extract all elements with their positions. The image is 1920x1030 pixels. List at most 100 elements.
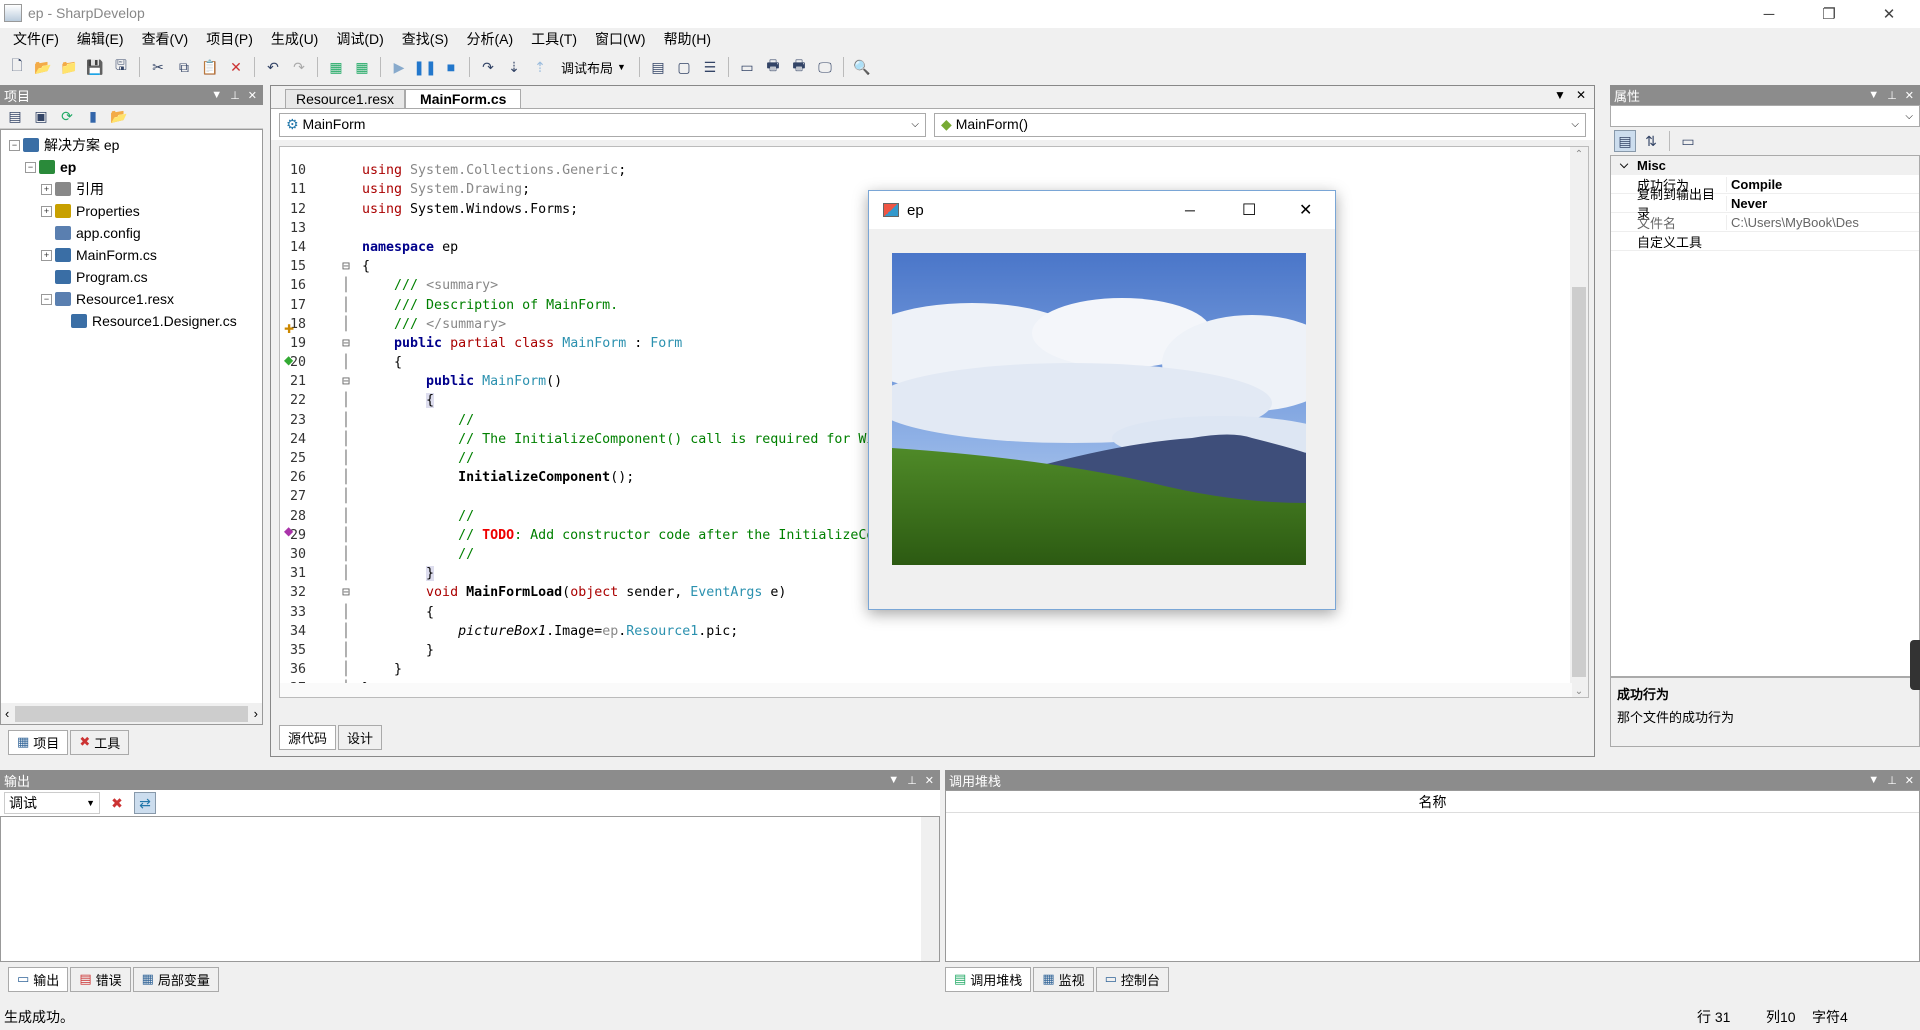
tab-output[interactable]: ▭ 输出: [8, 966, 69, 992]
expand-icon[interactable]: +: [41, 183, 52, 195]
open-folder-icon[interactable]: 📂: [108, 106, 130, 128]
tree-item[interactable]: + Properties: [1, 200, 262, 222]
tree-item[interactable]: − 解决方案 ep: [1, 134, 262, 156]
column-header-name[interactable]: 名称: [946, 791, 1919, 813]
menu-file[interactable]: 文件(F): [4, 29, 68, 49]
tab-mainform-cs[interactable]: MainForm.cs: [405, 89, 522, 108]
step-into-icon[interactable]: ⇣: [503, 56, 525, 78]
screen-icon[interactable]: 🖵: [814, 56, 836, 78]
class-combo[interactable]: ⚙ MainForm ⌵: [279, 112, 927, 137]
tab-source-code[interactable]: 源代码: [279, 724, 337, 750]
close-icon[interactable]: ✕: [248, 89, 257, 102]
paste-icon[interactable]: 📋: [199, 56, 221, 78]
menu-tools[interactable]: 工具(T): [522, 29, 586, 49]
close-icon[interactable]: ✕: [1905, 89, 1914, 102]
tab-tools[interactable]: ✖ 工具: [70, 729, 130, 755]
form-close-button[interactable]: ✕: [1299, 200, 1312, 220]
window-icon[interactable]: ▭: [736, 56, 758, 78]
tree-item[interactable]: − ep: [1, 156, 262, 178]
collapse-icon[interactable]: −: [41, 293, 52, 305]
output-text[interactable]: [0, 816, 940, 962]
form-maximize-button[interactable]: ☐: [1242, 200, 1256, 220]
step-out-icon[interactable]: ⇡: [529, 56, 551, 78]
property-row[interactable]: 自定义工具: [1611, 232, 1919, 251]
scroll-thumb[interactable]: [15, 705, 248, 722]
minimize-button[interactable]: ─: [1746, 0, 1792, 28]
menu-window[interactable]: 窗口(W): [586, 29, 655, 49]
expand-icon[interactable]: +: [41, 249, 52, 261]
open-folder-icon[interactable]: 📂: [32, 56, 54, 78]
show-all-icon[interactable]: ▣: [30, 106, 52, 128]
category-row[interactable]: ⌵ Misc: [1611, 156, 1919, 175]
tab-console[interactable]: ▭ 控制台: [1095, 966, 1169, 992]
tab-design[interactable]: 设计: [338, 724, 383, 750]
step-over-icon[interactable]: ↷: [477, 56, 499, 78]
callstack-list[interactable]: 名称: [945, 790, 1920, 962]
tab-callstack[interactable]: ▤ 调用堆栈: [945, 966, 1032, 992]
member-combo[interactable]: ◆ MainForm() ⌵: [934, 112, 1586, 137]
dropdown-icon[interactable]: ▼: [1868, 774, 1879, 787]
layout-combo[interactable]: 调试布局 ▼: [555, 56, 632, 78]
fold-toggle-icon[interactable]: ⊟: [342, 257, 350, 276]
cut-icon[interactable]: ✂: [147, 56, 169, 78]
side-handle[interactable]: [1910, 640, 1920, 690]
pause-icon[interactable]: ❚❚: [413, 56, 436, 78]
scroll-right-icon[interactable]: ›: [254, 706, 258, 721]
tree-item[interactable]: + MainForm.cs: [1, 244, 262, 266]
copy-icon[interactable]: ⧉: [173, 56, 195, 78]
menu-analyze[interactable]: 分析(A): [457, 29, 522, 49]
bookmark-icon[interactable]: ▢: [673, 56, 695, 78]
refresh-icon[interactable]: ⟳: [56, 106, 78, 128]
tab-project[interactable]: ▦ 项目: [8, 729, 69, 755]
menu-search[interactable]: 查找(S): [393, 29, 458, 49]
code-vscrollbar[interactable]: ⌃ ⌄: [1570, 147, 1588, 697]
tab-resource1-resx[interactable]: Resource1.resx: [285, 89, 406, 108]
restore-button[interactable]: ❐: [1806, 0, 1852, 28]
code-hscrollbar[interactable]: [280, 683, 1572, 697]
sort-alpha-icon[interactable]: ⇅: [1640, 130, 1662, 152]
indent-icon[interactable]: ☰: [699, 56, 721, 78]
menu-edit[interactable]: 编辑(E): [68, 29, 133, 49]
tree-item[interactable]: app.config: [1, 222, 262, 244]
clear-output-icon[interactable]: ✖: [106, 792, 128, 814]
save-icon[interactable]: 💾: [84, 56, 106, 78]
collapse-icon[interactable]: −: [9, 139, 20, 151]
property-row[interactable]: 文件名 C:\Users\MyBook\Des: [1611, 213, 1919, 232]
expand-icon[interactable]: +: [41, 205, 52, 217]
object-selector[interactable]: ⌵: [1610, 105, 1920, 127]
categorized-icon[interactable]: ▤: [1614, 130, 1636, 152]
tree-item[interactable]: Program.cs: [1, 266, 262, 288]
property-pages-icon[interactable]: ▭: [1677, 130, 1699, 152]
tab-errors[interactable]: ▤ 错误: [70, 966, 131, 992]
scroll-up-icon[interactable]: ⌃: [1570, 149, 1588, 160]
close-icon[interactable]: ✕: [1905, 774, 1914, 787]
dropdown-icon[interactable]: ▼: [1868, 89, 1879, 102]
properties-icon[interactable]: ▤: [4, 106, 26, 128]
print-preview-icon[interactable]: 🖶: [788, 56, 810, 78]
collapse-icon[interactable]: −: [25, 161, 36, 173]
property-value[interactable]: Compile: [1726, 176, 1919, 192]
open-project-icon[interactable]: 📁: [58, 56, 80, 78]
pin-icon[interactable]: ⊥: [1887, 774, 1897, 787]
stop-icon[interactable]: ■: [440, 56, 462, 78]
printer-icon[interactable]: 🖶: [762, 56, 784, 78]
word-wrap-icon[interactable]: ⇄: [134, 792, 156, 814]
tree-hscrollbar[interactable]: ‹ ›: [0, 703, 263, 725]
property-row[interactable]: 复制到输出目录 Never: [1611, 187, 1919, 221]
redo-icon[interactable]: ↷: [288, 56, 310, 78]
fold-toggle-icon[interactable]: ⊟: [342, 334, 350, 353]
form-minimize-button[interactable]: ─: [1185, 202, 1195, 218]
pin-icon[interactable]: ⊥: [1887, 89, 1897, 102]
save-all-icon[interactable]: 🖫: [110, 56, 132, 78]
scroll-down-icon[interactable]: ⌄: [1570, 686, 1588, 697]
output-category-combo[interactable]: 调试 ▼: [4, 792, 100, 814]
close-icon[interactable]: ✕: [925, 774, 934, 787]
rebuild-icon[interactable]: ▦: [351, 56, 373, 78]
dropdown-icon[interactable]: ▼: [888, 774, 899, 787]
tab-locals[interactable]: ▦ 局部变量: [132, 966, 219, 992]
menu-view[interactable]: 查看(V): [133, 29, 198, 49]
tree-item[interactable]: Resource1.Designer.cs: [1, 310, 262, 332]
run-icon[interactable]: ▶: [388, 56, 410, 78]
find-icon[interactable]: 🔍: [851, 56, 873, 78]
tree-item[interactable]: + 引用: [1, 178, 262, 200]
